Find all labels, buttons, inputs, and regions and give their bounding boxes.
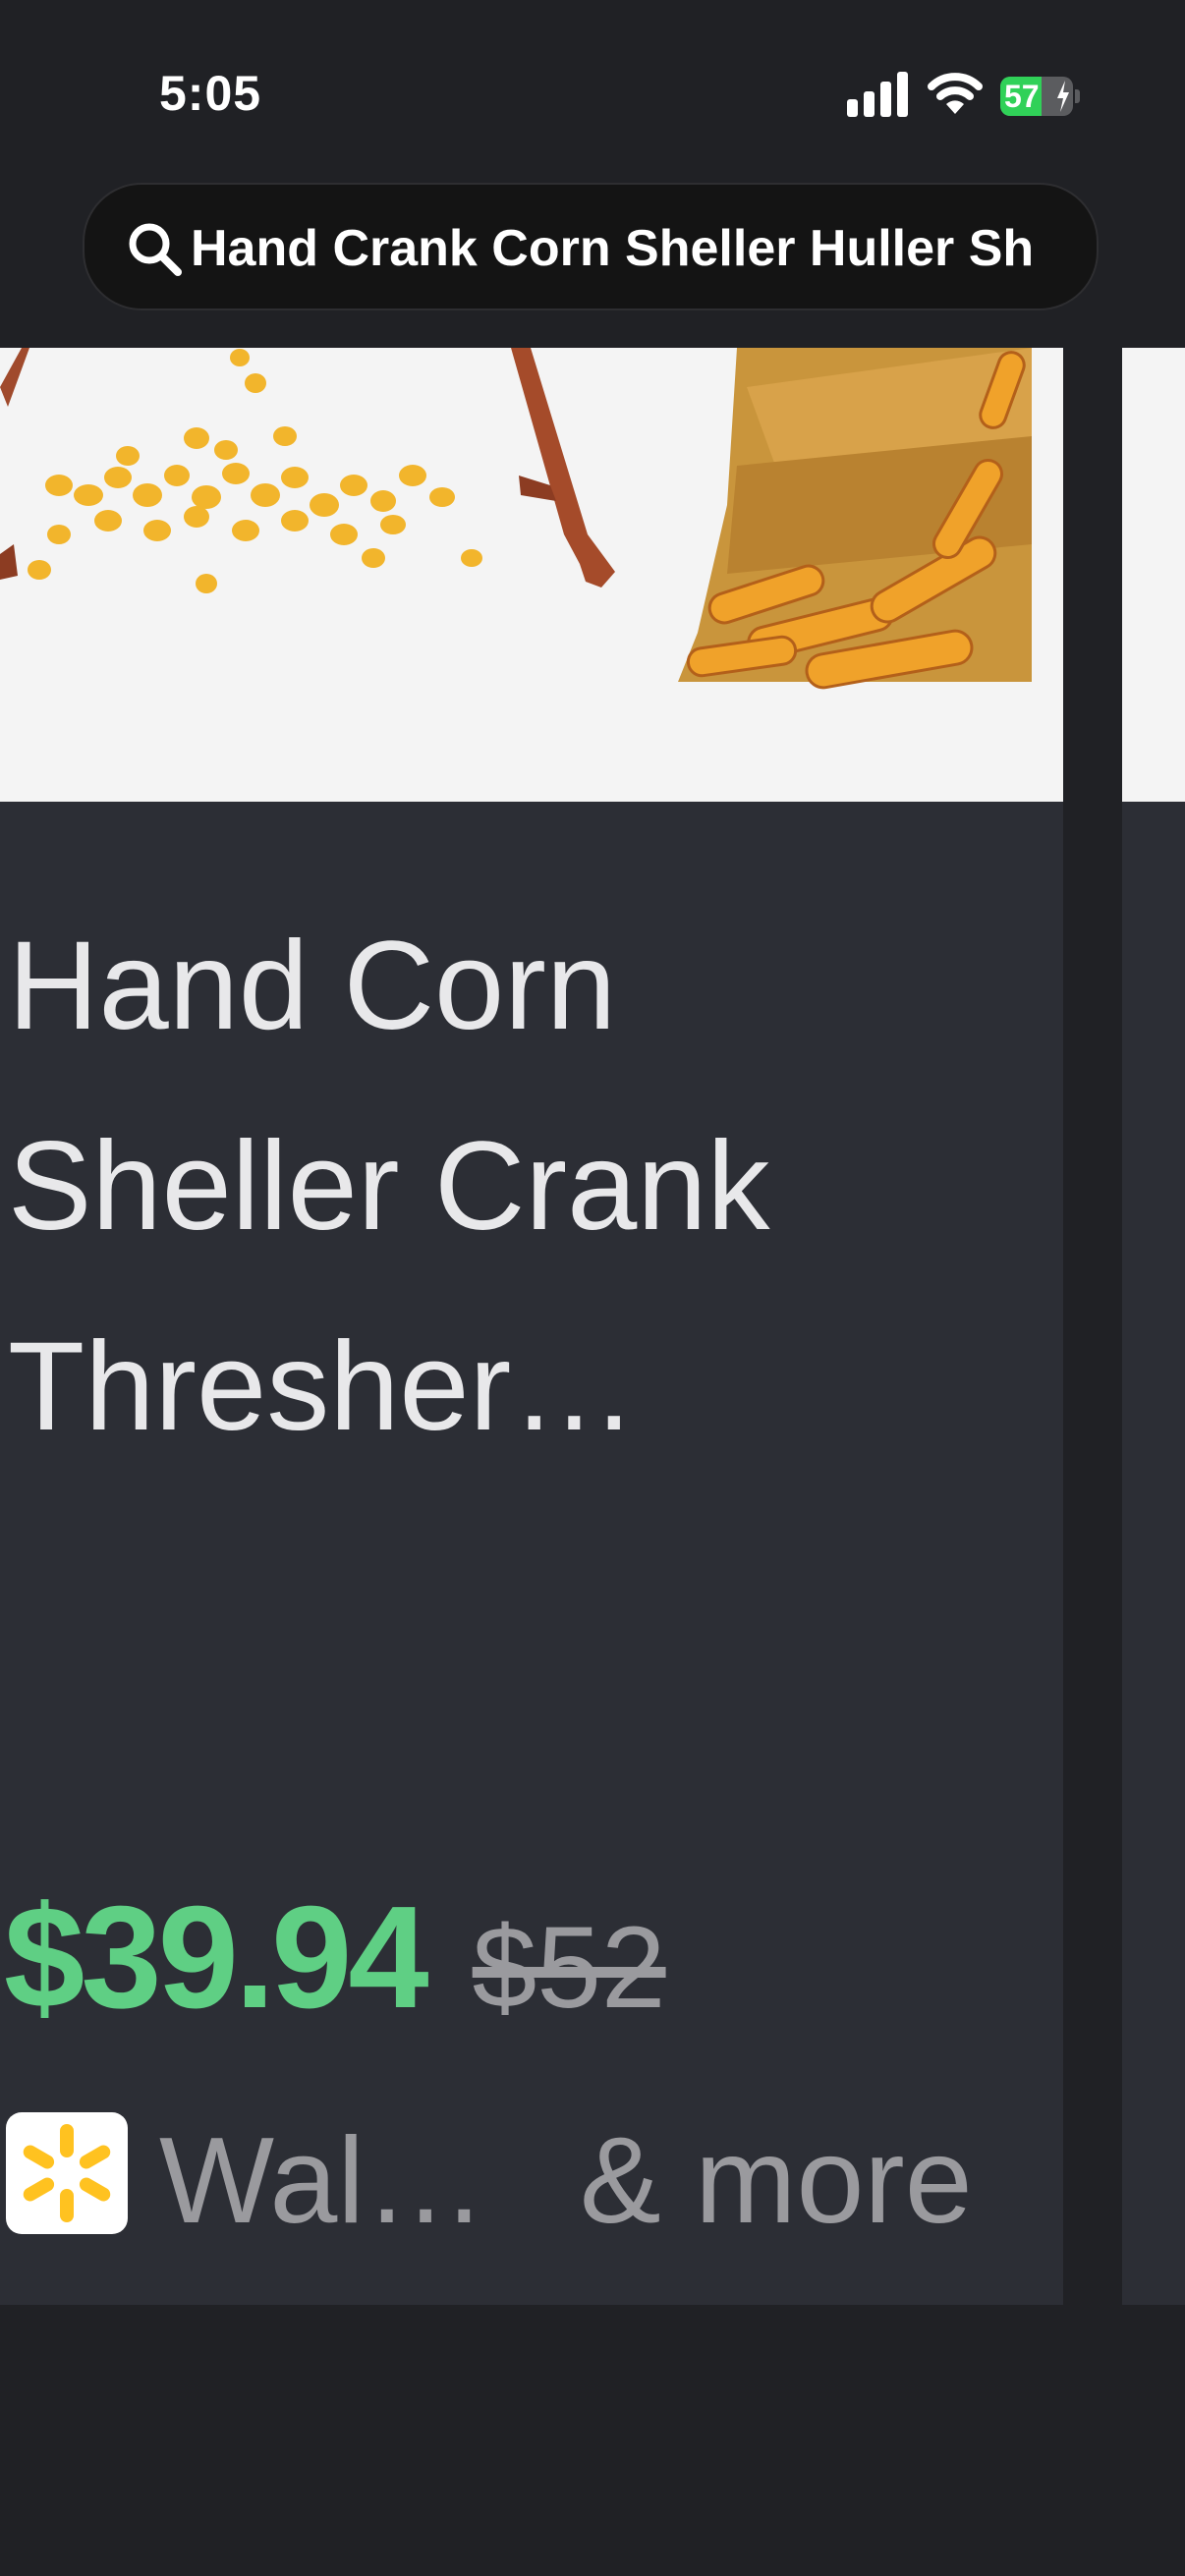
seller-name: Wal… [159, 2113, 486, 2249]
sale-price: $39.94 [4, 1876, 429, 2039]
cellular-signal-icon [847, 72, 910, 117]
next-product-image[interactable] [1122, 348, 1185, 802]
status-time: 5:05 [159, 66, 262, 121]
search-bar[interactable]: Hand Crank Corn Sheller Huller Sh [83, 183, 1099, 310]
more-sellers-label[interactable]: & more [580, 2120, 973, 2242]
corn-sheller-photo [0, 348, 1032, 690]
search-icon [129, 223, 182, 276]
original-price: $52 [472, 1903, 666, 2033]
screen: 5:05 57 Hand Crank Corn Sheller Huller S… [0, 0, 1185, 2576]
price-row: $39.94 $52 [4, 1875, 666, 2039]
battery-level: 57 [1004, 79, 1040, 114]
search-query[interactable]: Hand Crank Corn Sheller Huller Sh [191, 218, 1097, 279]
product-card[interactable]: Hand Corn Sheller Crank Thresher… $39.94… [0, 348, 1063, 2305]
next-product-card[interactable] [1122, 348, 1185, 2305]
wifi-icon [928, 73, 983, 114]
battery-icon: 57 [1000, 77, 1081, 116]
product-image[interactable] [0, 348, 1063, 802]
product-title[interactable]: Hand Corn Sheller Crank Thresher… [8, 886, 1030, 1487]
charging-bolt-icon [1057, 81, 1069, 112]
walmart-spark-logo [6, 2112, 128, 2234]
status-bar: 5:05 57 [0, 0, 1185, 157]
